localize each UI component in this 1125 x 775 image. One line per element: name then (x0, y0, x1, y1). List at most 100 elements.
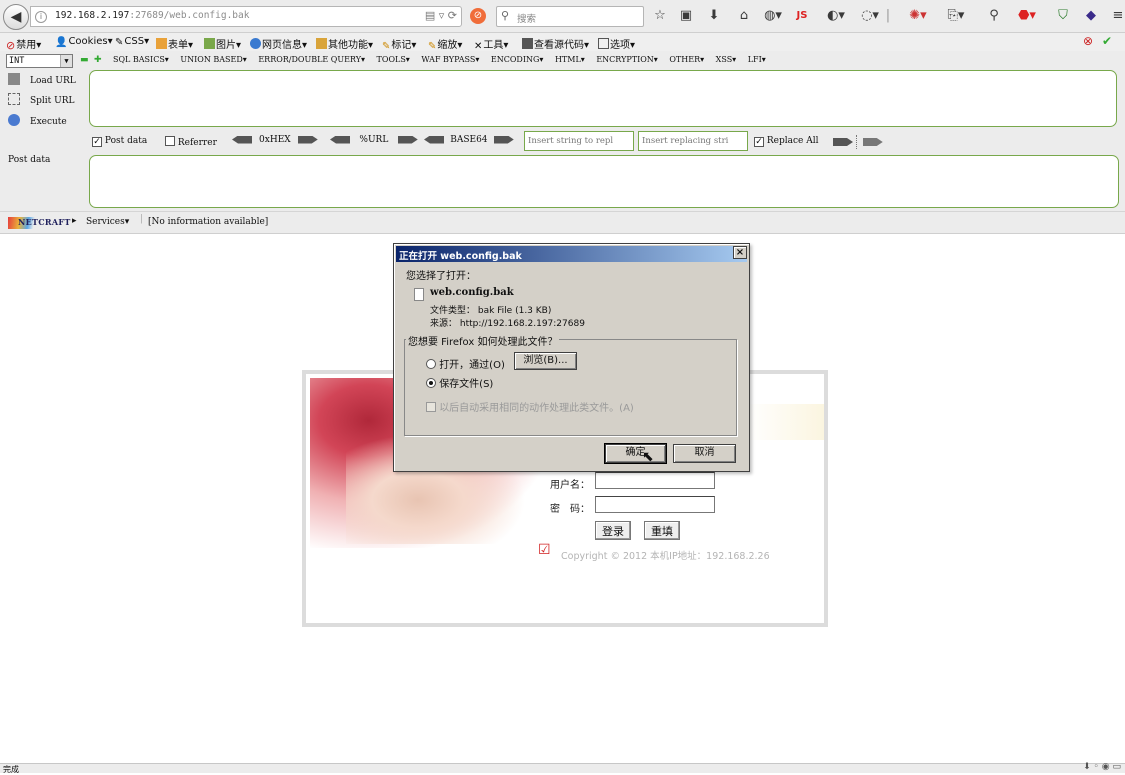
menu-forms[interactable]: 表单▾ (156, 36, 193, 51)
url-decode-arrow-icon[interactable] (330, 135, 350, 144)
menu-options[interactable]: 选项▾ (598, 36, 635, 51)
download-icon[interactable]: ⬇ (706, 8, 722, 24)
save-file-radio[interactable]: 保存文件(S) (426, 375, 493, 390)
replace-all-checkbox[interactable]: ✓ Replace All (754, 136, 818, 147)
zoom-icon[interactable]: ⚲ (987, 8, 1001, 24)
menu-page-info[interactable]: 网页信息▾ (250, 36, 307, 51)
url-encode-arrow-icon[interactable] (397, 135, 418, 144)
cursor-icon: ⬉ (642, 449, 654, 465)
menu-lfi[interactable]: LFI▾ (748, 55, 766, 64)
services-menu[interactable]: Services▾ (86, 217, 129, 227)
user-agent-icon[interactable]: ◐▾ (825, 8, 847, 24)
menu-html[interactable]: HTML▾ (555, 55, 585, 64)
password-input[interactable] (595, 496, 715, 513)
hex-decode-arrow-icon[interactable] (232, 135, 252, 144)
menu-waf-bypass[interactable]: WAF BYPASS▾ (421, 55, 479, 64)
replace-arrow-icon[interactable] (833, 138, 853, 146)
reader-icon[interactable]: ▤ (425, 9, 435, 22)
search-bar[interactable]: ⚲ 搜索 (496, 6, 644, 27)
hex-encode-arrow-icon[interactable] (297, 135, 318, 144)
netcraft-logo[interactable]: NETCRAFT (8, 217, 70, 229)
close-icon[interactable]: × (733, 246, 747, 259)
copyright-text: Copyright © 2012 本机IP地址：192.168.2.26 (561, 551, 770, 562)
username-input[interactable] (595, 472, 715, 489)
home-icon[interactable]: ⌂ (736, 8, 752, 24)
insert-replacing-input[interactable]: Insert replacing stri (638, 131, 748, 151)
base64-encoder: BASE64 (424, 135, 514, 145)
execute-button[interactable]: Execute (8, 114, 67, 127)
file-icon (414, 288, 424, 301)
screenshot-icon[interactable]: ⎘▾ (946, 8, 966, 24)
menu-images[interactable]: 图片▾ (204, 36, 241, 51)
css-icon: ✎ (115, 37, 124, 48)
menu-outline[interactable]: ✎标记▾ (382, 36, 416, 52)
post-data-checkbox[interactable]: ✓ Post data (92, 136, 147, 147)
menu-view-source[interactable]: 查看源代码▾ (522, 36, 589, 51)
menu-sql-basics[interactable]: SQL BASICS▾ (113, 55, 169, 64)
adblock-icon[interactable]: ⬣▾ (1016, 8, 1038, 24)
hex-encoder: 0xHEX (232, 135, 318, 145)
menu-tools[interactable]: ✕工具▾ (474, 36, 508, 52)
menu-union-based[interactable]: UNION BASED▾ (180, 55, 246, 64)
url-bar[interactable]: i 192.168.2.197:27689/web.config.bak ▤ ▿… (30, 6, 462, 27)
dropdown-icon[interactable]: ▿ (439, 9, 445, 22)
menu-error-double-query[interactable]: ERROR/DOUBLE QUERY▾ (258, 55, 365, 64)
menu-tools[interactable]: TOOLS▾ (377, 55, 410, 64)
firebug-icon[interactable]: ✺▾ (907, 8, 929, 24)
handling-question: 您想要 Firefox 如何处理此文件？ (406, 333, 560, 348)
base64-decode-arrow-icon[interactable] (424, 135, 444, 144)
download-status-icon[interactable]: ⬇ (1083, 762, 1091, 772)
back-button[interactable]: ◀ (3, 4, 29, 30)
load-url-button[interactable]: Load URL (8, 73, 76, 86)
js-status-icon[interactable]: ◦ (1094, 762, 1099, 772)
minus-icon[interactable]: ▬ (80, 55, 89, 65)
search-input[interactable]: 搜索 (517, 11, 536, 25)
menu-xss[interactable]: XSS▾ (716, 55, 737, 64)
url-bar-icons: ▤ ▿ ⟳ (425, 9, 457, 22)
url-textarea[interactable] (89, 70, 1117, 127)
bookmarks-list-icon[interactable]: ▣ (678, 8, 694, 24)
reload-icon[interactable]: ⟳ (448, 9, 457, 22)
chevron-down-icon[interactable]: ▼ (60, 55, 72, 67)
base64-encode-arrow-icon[interactable] (493, 135, 514, 144)
cancel-button[interactable]: 取消 (673, 444, 736, 463)
error-icon[interactable]: ⊗ (1083, 34, 1093, 48)
url-text[interactable]: 192.168.2.197:27689/web.config.bak (55, 10, 249, 21)
shield-icon[interactable]: ⛉ (1055, 8, 1071, 24)
misc-icon (316, 38, 327, 49)
auto-action-checkbox[interactable]: 以后自动采用相同的动作处理此类文件。(A) (426, 399, 634, 414)
menu-resize[interactable]: ✎缩放▾ (428, 36, 462, 52)
proxy-icon[interactable]: ◌▾ (859, 8, 881, 24)
plus-icon[interactable]: ✚ (94, 55, 102, 65)
ok-button[interactable]: 确定 (604, 443, 667, 464)
pdf-status-icon[interactable]: ▭ (1112, 762, 1121, 772)
menu-icon[interactable]: ≡ (1112, 8, 1124, 24)
menu-disable[interactable]: ⊘禁用▾ (6, 36, 41, 52)
checked-icon: ✓ (92, 137, 102, 147)
menu-other[interactable]: OTHER▾ (669, 55, 704, 64)
referrer-checkbox[interactable]: Referrer (165, 136, 217, 148)
bookmark-star-icon[interactable]: ☆ (652, 8, 668, 24)
checkmark-icon: ☑ (538, 542, 551, 558)
stop-icon[interactable]: ⊘ (470, 8, 486, 24)
split-url-button[interactable]: Split URL (8, 93, 75, 106)
reset-button[interactable]: 重填 (644, 521, 680, 540)
menu-misc[interactable]: 其他功能▾ (316, 36, 373, 51)
post-data-textarea[interactable] (89, 155, 1119, 208)
menu-encoding[interactable]: ENCODING▾ (491, 55, 544, 64)
insert-string-input[interactable]: Insert string to repl (524, 131, 634, 151)
browse-button[interactable]: 浏览(B)... (514, 352, 577, 370)
diamond-icon[interactable]: ◆ (1083, 8, 1099, 24)
menu-cookies[interactable]: 👤Cookies▾ (55, 36, 113, 48)
network-status-icon[interactable]: ◉ (1102, 762, 1110, 772)
menu-encryption[interactable]: ENCRYPTION▾ (596, 55, 657, 64)
javascript-toggle-icon[interactable]: JS (793, 8, 811, 24)
info-icon[interactable]: i (35, 11, 47, 23)
open-with-radio[interactable]: 打开，通过(O) (426, 356, 505, 371)
replace-back-arrow-icon[interactable] (862, 138, 883, 146)
hackbar-type-select[interactable]: INT ▼ (6, 54, 73, 68)
addon-icon[interactable]: ◍▾ (762, 8, 784, 24)
login-button[interactable]: 登录 (595, 521, 631, 540)
menu-css[interactable]: ✎CSS▾ (115, 36, 149, 48)
checkmark-icon[interactable]: ✔ (1102, 34, 1112, 48)
